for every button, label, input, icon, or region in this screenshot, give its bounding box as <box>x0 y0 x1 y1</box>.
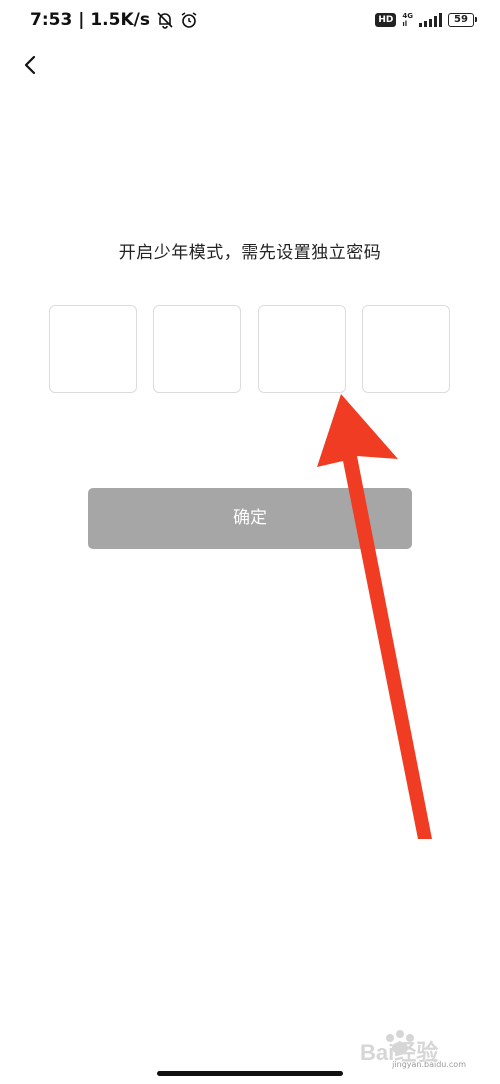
status-left: 7:53 | 1.5K/s <box>30 10 198 30</box>
confirm-button[interactable]: 确定 <box>88 488 412 549</box>
page-title: 开启少年模式，需先设置独立密码 <box>118 243 382 263</box>
mute-bell-icon <box>156 11 174 29</box>
password-digit-1[interactable] <box>49 305 137 393</box>
network-type: 4G ıl <box>402 12 413 28</box>
hd-badge: HD <box>375 13 397 27</box>
password-digit-3[interactable] <box>258 305 346 393</box>
password-digit-2[interactable] <box>153 305 241 393</box>
watermark-subtext: jingyan.baidu.com <box>392 1060 466 1069</box>
home-indicator[interactable] <box>157 1071 343 1076</box>
signal-icon <box>419 13 442 27</box>
status-time: 7:53 | 1.5K/s <box>30 10 150 30</box>
alarm-icon <box>180 11 198 29</box>
password-digit-4[interactable] <box>362 305 450 393</box>
network-type-top: 4G <box>402 12 413 20</box>
battery-icon: 59 <box>448 13 477 27</box>
status-right: HD 4G ıl 59 <box>375 12 477 28</box>
chevron-left-icon <box>24 55 36 75</box>
network-type-bottom: ıl <box>402 20 408 28</box>
back-button[interactable] <box>16 50 46 80</box>
status-bar: 7:53 | 1.5K/s HD 4G ıl 59 <box>0 0 500 44</box>
